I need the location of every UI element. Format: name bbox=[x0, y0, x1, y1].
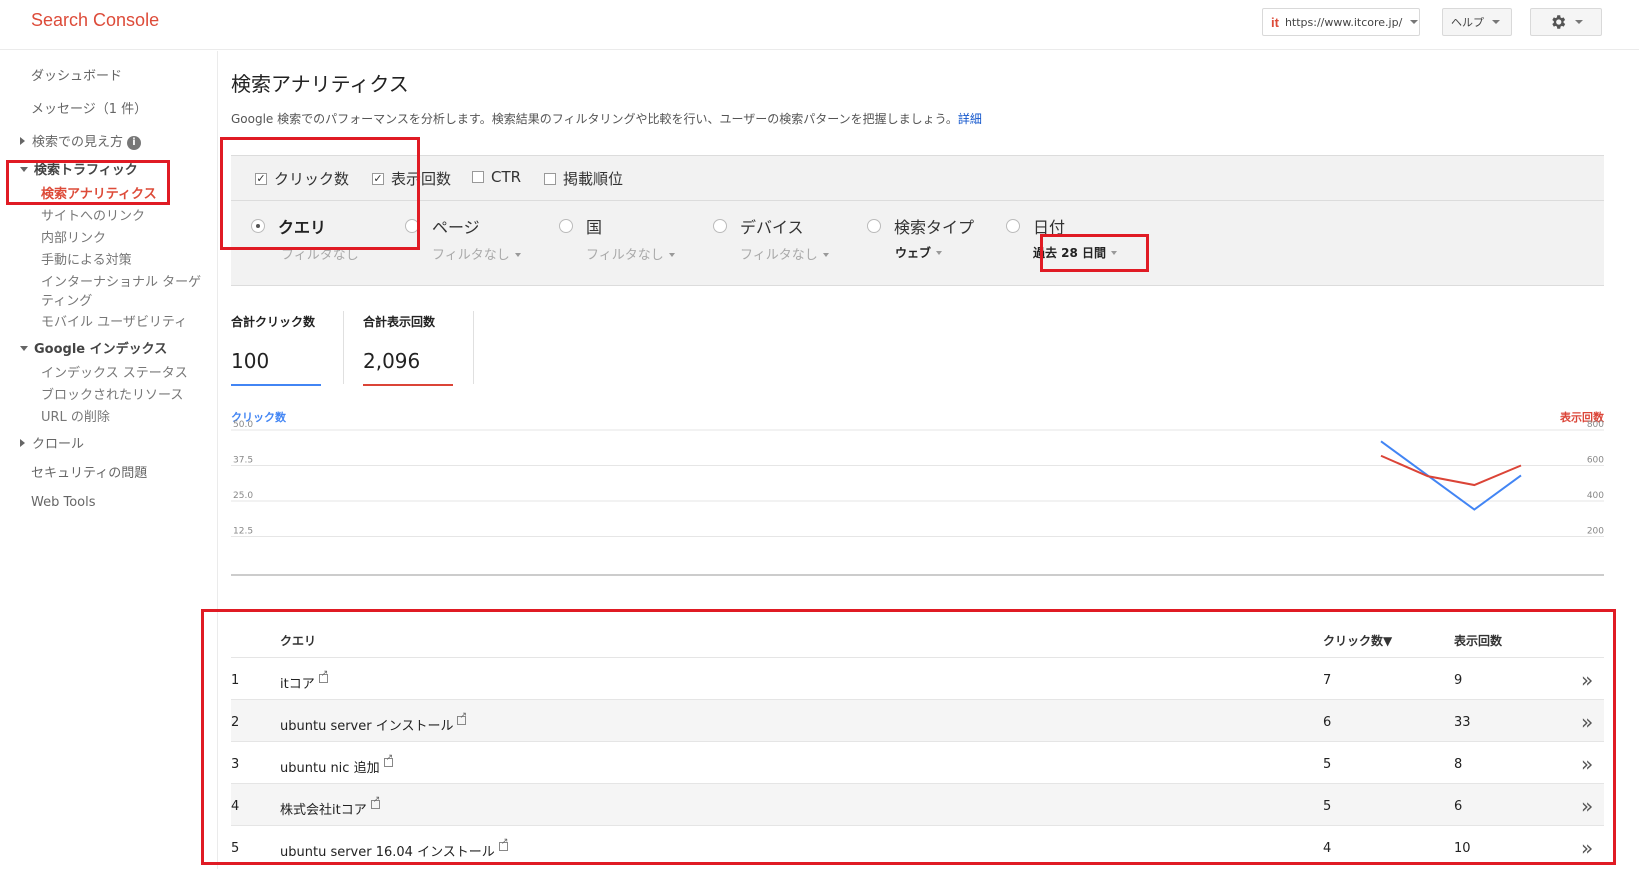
sidebar-item-mobile-usability[interactable]: モバイル ユーザビリティ bbox=[41, 311, 187, 330]
sidebar-item-international-targeting[interactable]: インターナショナル ターゲ ティング bbox=[41, 271, 201, 309]
divider bbox=[473, 311, 474, 384]
sidebar-item-messages[interactable]: メッセージ（1 件） bbox=[31, 98, 147, 117]
search-type-filter-dropdown[interactable]: ウェブ bbox=[895, 244, 943, 261]
device-filter-dropdown[interactable]: フィルタなし bbox=[740, 244, 829, 263]
chevron-down-icon bbox=[822, 253, 829, 257]
metric-label: 掲載順位 bbox=[563, 170, 624, 188]
impressions-color-bar bbox=[363, 384, 453, 386]
chevron-down-icon bbox=[514, 253, 521, 257]
sidebar-item-label: クロール bbox=[32, 437, 85, 452]
app-logo[interactable]: Search Console bbox=[31, 10, 159, 31]
total-clicks-label: 合計クリック数 bbox=[231, 315, 316, 329]
metric-ctr-checkbox[interactable]: CTR bbox=[472, 168, 521, 186]
chevron-down-icon bbox=[1410, 20, 1419, 24]
radio-icon bbox=[1006, 219, 1020, 233]
radio-icon bbox=[713, 219, 727, 233]
filter-label: ウェブ bbox=[895, 246, 932, 260]
radio-icon bbox=[867, 219, 881, 233]
sidebar-item-search-appearance[interactable]: 検索での見え方 i bbox=[20, 131, 142, 150]
sidebar-item-security-issues[interactable]: セキュリティの問題 bbox=[31, 462, 147, 481]
sidebar-item-links-to-site[interactable]: サイトへのリンク bbox=[41, 205, 145, 224]
metric-position-checkbox[interactable]: 掲載順位 bbox=[544, 168, 623, 189]
annotation-box-date bbox=[1040, 234, 1149, 272]
divider bbox=[231, 200, 1604, 201]
right-tick-label: 800 bbox=[1587, 420, 1604, 430]
filter-panel: ✓ クリック数 ✓ 表示回数 CTR 掲載順位 クエリ フィルタなし ページ フィル… bbox=[231, 155, 1604, 286]
total-impressions-value: 2,096 bbox=[363, 349, 421, 373]
clicks-series-line bbox=[1380, 440, 1522, 511]
expand-arrow-icon bbox=[20, 137, 25, 145]
property-selector[interactable]: it https://www.itcore.jp/ bbox=[1262, 8, 1420, 36]
filter-label: フィルタなし bbox=[740, 248, 818, 263]
annotation-box-metrics bbox=[220, 137, 420, 250]
info-icon[interactable]: i bbox=[127, 136, 142, 150]
sidebar-item-google-index[interactable]: Google インデックス bbox=[20, 338, 167, 357]
sidebar-item-web-tools[interactable]: Web Tools bbox=[31, 495, 96, 510]
left-tick-label: 25.0 bbox=[233, 491, 253, 501]
radio-icon bbox=[559, 219, 573, 233]
sidebar-item-label: ティング bbox=[41, 294, 93, 309]
page-description: Google 検索でのパフォーマンスを分析します。検索結果のフィルタリングや比較… bbox=[231, 110, 982, 127]
right-tick-label: 200 bbox=[1587, 527, 1604, 537]
checkbox-empty-icon bbox=[472, 171, 484, 183]
chevron-down-icon bbox=[668, 253, 675, 257]
sidebar-item-manual-actions[interactable]: 手動による対策 bbox=[41, 249, 132, 268]
sidebar-item-label: Google インデックス bbox=[34, 342, 168, 357]
sidebar-item-label: 検索での見え方 bbox=[32, 135, 124, 150]
sidebar-item-blocked-resources[interactable]: ブロックされたリソース bbox=[41, 384, 183, 403]
groupby-label: ページ bbox=[432, 218, 480, 237]
impressions-series-line bbox=[1380, 454, 1522, 487]
description-text: Google 検索でのパフォーマンスを分析します。検索結果のフィルタリングや比較… bbox=[231, 112, 958, 126]
sidebar-item-internal-links[interactable]: 内部リンク bbox=[41, 227, 106, 246]
chevron-down-icon bbox=[1575, 20, 1583, 24]
metric-label: CTR bbox=[491, 168, 522, 186]
sidebar-item-label: インターナショナル ターゲ bbox=[41, 275, 202, 290]
total-clicks-value: 100 bbox=[231, 349, 270, 373]
property-url: https://www.itcore.jp/ bbox=[1284, 15, 1403, 29]
right-tick-label: 400 bbox=[1587, 491, 1604, 501]
total-impressions-label: 合計表示回数 bbox=[363, 315, 436, 329]
sidebar-item-index-status[interactable]: インデックス ステータス bbox=[41, 362, 188, 381]
country-filter-dropdown[interactable]: フィルタなし bbox=[586, 244, 675, 263]
page-title: 検索アナリティクス bbox=[231, 72, 409, 96]
clicks-color-bar bbox=[231, 384, 321, 386]
annotation-box-nav bbox=[6, 160, 170, 205]
page-filter-dropdown[interactable]: フィルタなし bbox=[432, 244, 521, 263]
settings-button[interactable] bbox=[1530, 8, 1602, 36]
collapse-arrow-icon bbox=[20, 346, 28, 351]
left-tick-label: 37.5 bbox=[233, 456, 253, 466]
sidebar-item-dashboard[interactable]: ダッシュボード bbox=[31, 65, 122, 84]
sidebar-item-remove-urls[interactable]: URL の削除 bbox=[41, 406, 110, 425]
sidebar-item-crawl[interactable]: クロール bbox=[20, 433, 84, 452]
groupby-label: 検索タイプ bbox=[894, 218, 975, 237]
filter-label: フィルタなし bbox=[281, 248, 359, 263]
site-favicon: it bbox=[1271, 14, 1279, 30]
groupby-label: 国 bbox=[586, 218, 603, 237]
groupby-device-radio[interactable]: デバイス bbox=[713, 214, 804, 238]
right-tick-label: 600 bbox=[1587, 456, 1604, 466]
top-header: Search Console it https://www.itcore.jp/… bbox=[0, 0, 1639, 50]
groupby-country-radio[interactable]: 国 bbox=[559, 214, 602, 238]
expand-arrow-icon bbox=[20, 439, 25, 447]
left-tick-label: 50.0 bbox=[233, 420, 253, 430]
chevron-down-icon bbox=[1492, 20, 1500, 24]
gear-icon bbox=[1552, 15, 1566, 29]
groupby-search-type-radio[interactable]: 検索タイプ bbox=[867, 214, 974, 238]
chevron-down-icon bbox=[936, 251, 943, 255]
filter-label: フィルタなし bbox=[586, 248, 664, 263]
divider bbox=[343, 311, 344, 384]
groupby-label: デバイス bbox=[740, 218, 804, 237]
performance-chart: クリック数 表示回数 50.037.525.012.5800600400200 bbox=[231, 410, 1604, 576]
filter-label: フィルタなし bbox=[432, 248, 510, 263]
left-tick-label: 12.5 bbox=[233, 527, 253, 537]
checkbox-empty-icon bbox=[544, 172, 556, 185]
details-link[interactable]: 詳細 bbox=[958, 112, 982, 126]
help-button[interactable]: ヘルプ bbox=[1442, 8, 1512, 36]
help-label: ヘルプ bbox=[1451, 16, 1484, 29]
annotation-box-table bbox=[201, 609, 1616, 865]
